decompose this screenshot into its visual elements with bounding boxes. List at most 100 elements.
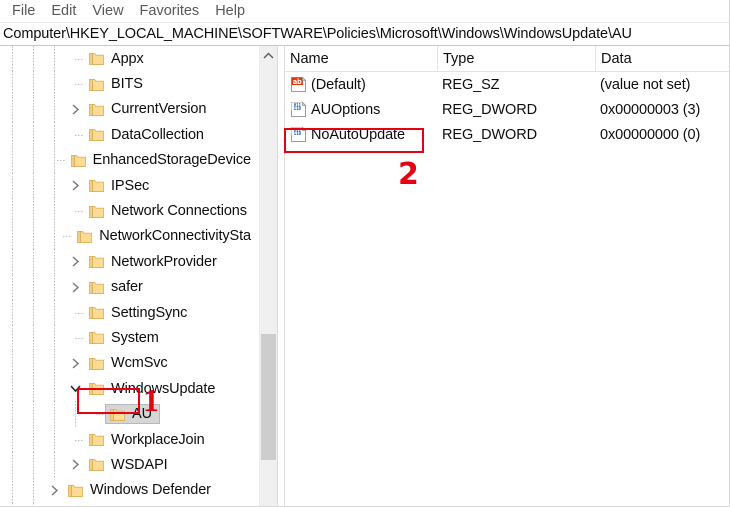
tree-leaf-stub [67,325,84,350]
list-row-auoptions[interactable]: 011 110 AUOptions REG_DWORD 0x00000003 (3) [285,97,729,122]
menu-item-help[interactable]: Help [207,1,253,21]
tree-item-networkprovider[interactable]: NetworkProvider [0,249,259,275]
list-row--default-[interactable]: ab (Default) REG_SZ (value not set) [285,72,729,97]
tree-item-label: WindowsUpdate [111,380,216,397]
tree-expand-toggle[interactable] [67,351,84,376]
column-header-name[interactable]: Name [285,46,437,71]
tree-item-content[interactable]: SettingSync [84,303,195,323]
tree-vertical-scrollbar[interactable] [259,46,277,506]
column-header-type[interactable]: Type [437,46,595,71]
menu-item-edit[interactable]: Edit [43,1,84,21]
tree-item-content[interactable]: NetworkConnectivitySta [72,226,259,246]
registry-editor-window: File Edit View Favorites Help Computer\H… [0,0,730,507]
chevron-down-icon [70,385,81,393]
tree-item-label: AU [132,406,152,423]
tree-item-label: DataCollection [111,126,204,143]
scroll-up-button[interactable] [260,46,277,64]
folder-icon [87,432,106,448]
tree-expand-toggle[interactable] [67,249,84,274]
tree-item-label: NetworkConnectivitySta [99,228,251,245]
tree-collapse-toggle[interactable] [67,376,84,401]
svg-text:110: 110 [294,106,302,111]
tree-item-appx[interactable]: Appx [0,46,259,72]
tree-expand-toggle[interactable] [67,173,84,198]
tree-item-wsdapi[interactable]: WSDAPI [0,452,259,478]
menu-item-view[interactable]: View [84,1,131,21]
tree-item-wcmsvc[interactable]: WcmSvc [0,350,259,377]
list-row-noautoupdate[interactable]: 011 110 NoAutoUpdate REG_DWORD 0x00000000 (0… [285,122,729,147]
folder-icon [89,104,104,116]
tree-item-ipsec[interactable]: IPSec [0,172,259,199]
folder-icon [87,330,106,346]
tree-item-content[interactable]: WcmSvc [84,353,176,373]
tree-leaf-stub [67,198,84,223]
tree-item-label: WcmSvc [111,355,168,372]
tree-item-safer[interactable]: safer [0,274,259,300]
column-header-data[interactable]: Data [595,46,729,71]
values-list[interactable]: ab (Default) REG_SZ (value not set) 011 110 AU… [285,72,729,147]
menu-item-favorites[interactable]: Favorites [132,1,208,21]
pane-splitter[interactable] [277,46,285,506]
tree-item-bits[interactable]: BITS [0,71,259,97]
scroll-thumb[interactable] [261,334,276,460]
value-name-text: NoAutoUpdate [311,126,405,143]
address-bar[interactable]: Computer\HKEY_LOCAL_MACHINE\SOFTWARE\Pol… [0,23,729,46]
tree-item-content[interactable]: WorkplaceJoin [84,430,213,450]
tree-item-au[interactable]: AU [0,401,259,427]
chevron-right-icon [72,282,80,293]
tree-leaf-stub [67,71,84,96]
tree-item-windows-defender[interactable]: Windows Defender [0,477,259,504]
tree-item-currentversion[interactable]: CurrentVersion [0,96,259,123]
value-type-cell: REG_DWORD [442,101,537,118]
tree-item-content[interactable]: DataCollection [84,125,212,145]
tree-item-content[interactable]: WSDAPI [84,455,176,475]
folder-icon [87,76,106,92]
tree-item-content[interactable]: AU [105,404,160,425]
tree-item-enhancedstoragedevice[interactable]: EnhancedStorageDevice [0,147,259,173]
menu-item-file[interactable]: File [4,1,43,21]
tree-item-datacollection[interactable]: DataCollection [0,122,259,148]
folder-icon [89,129,104,142]
tree-item-content[interactable]: safer [84,277,151,297]
tree-item-content[interactable]: CurrentVersion [84,99,214,119]
tree-item-windowsupdate[interactable]: WindowsUpdate [0,376,259,402]
tree-item-content[interactable]: Windows Defender [63,480,219,500]
tree-item-system[interactable]: System [0,325,259,351]
tree-expand-toggle[interactable] [46,478,63,503]
folder-icon [69,152,88,168]
tree-item-networkconnectivitysta[interactable]: NetworkConnectivitySta [0,223,259,250]
tree-item-label: CurrentVersion [111,101,207,118]
folder-icon [89,459,104,472]
tree-item-content[interactable]: BITS [84,74,151,94]
tree-item-content[interactable]: Appx [84,49,152,69]
tree-expand-toggle[interactable] [67,97,84,122]
tree-expand-toggle[interactable] [46,503,63,506]
address-path-text: Computer\HKEY_LOCAL_MACHINE\SOFTWARE\Pol… [3,26,632,42]
tree-item-workplacejoin[interactable]: WorkplaceJoin [0,426,259,453]
values-column-header: Name Type Data [285,46,729,72]
tree-item-content[interactable]: IPSec [84,176,157,196]
tree-item-settingsync[interactable]: SettingSync [0,299,259,326]
tree-item-network-connections[interactable]: Network Connections [0,198,259,224]
tree-item-content[interactable]: EnhancedStorageDevice [66,150,259,170]
tree-item-label: Appx [111,50,144,67]
reg-dword-icon: 011110 [290,126,307,143]
tree-item-content[interactable]: Network Connections [84,201,255,221]
tree-expand-toggle[interactable] [67,452,84,477]
tree-item-content[interactable]: WindowsUpdate [84,379,223,399]
tree-leaf-stub [67,427,84,452]
folder-icon [87,203,106,219]
tree-item-label: NetworkProvider [111,253,217,270]
value-name-cell: 011 110 NoAutoUpdate [285,122,437,147]
tree-item-content[interactable]: NetworkProvider [84,252,225,272]
registry-tree[interactable]: Appx BITS CurrentVersion DataCollection Enha… [0,46,259,506]
reg-dword-icon: 011110 [290,101,307,118]
value-name-text: AUOptions [311,101,381,118]
tree-expand-toggle[interactable] [67,275,84,300]
tree-item-content[interactable]: System [84,328,167,348]
tree-item-windows-nt[interactable]: Windows NT [0,503,259,506]
folder-icon [89,205,104,218]
folder-icon [108,406,127,422]
tree-item-label: WorkplaceJoin [111,431,205,448]
